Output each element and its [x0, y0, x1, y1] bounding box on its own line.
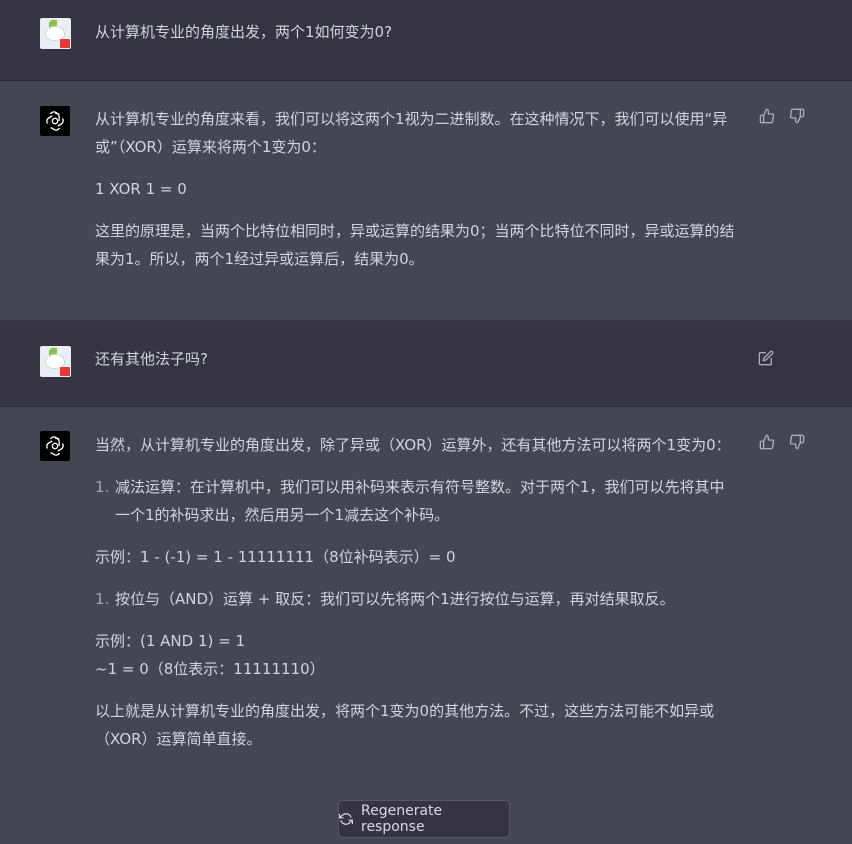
user-message-text: 从计算机专业的角度出发，两个1如何变为0?	[95, 18, 745, 46]
user-message-text: 还有其他法子吗?	[95, 345, 745, 373]
ordered-item-1: 1. 减法运算：在计算机中，我们可以用补码来表示有符号整数。对于两个1，我们可以先…	[95, 473, 735, 529]
thumbs-down-icon[interactable]	[788, 433, 806, 451]
feedback-icons	[758, 107, 806, 125]
user-avatar	[40, 18, 71, 49]
assistant-message-text: 当然，从计算机专业的角度出发，除了异或（XOR）运算外，还有其他方法可以将两个1…	[95, 431, 745, 753]
edit-icon[interactable]	[758, 350, 776, 368]
user-avatar	[40, 346, 71, 377]
user-message-2: 还有其他法子吗?	[0, 321, 852, 407]
thumbs-up-icon[interactable]	[758, 107, 776, 125]
assistant-message-2: 当然，从计算机专业的角度出发，除了异或（XOR）运算外，还有其他方法可以将两个1…	[0, 407, 852, 844]
refresh-icon	[339, 812, 353, 826]
ordered-item-2: 1. 按位与（AND）运算 + 取反：我们可以先将两个1进行按位与运算，再对结果取…	[95, 585, 745, 613]
item-2-text: 按位与（AND）运算 + 取反：我们可以先将两个1进行按位与运算，再对结果取反。	[115, 590, 675, 608]
assistant-message-text: 从计算机专业的角度来看，我们可以将这两个1视为二进制数。在这种情况下，我们可以使…	[95, 105, 745, 273]
thumbs-up-icon[interactable]	[758, 433, 776, 451]
openai-logo-icon	[40, 106, 70, 136]
answer-1-para-3: 这里的原理是，当两个比特位相同时，异或运算的结果为0；当两个比特位不同时，异或运…	[95, 222, 735, 268]
thumbs-down-icon[interactable]	[788, 107, 806, 125]
item-1-text: 减法运算：在计算机中，我们可以用补码来表示有符号整数。对于两个1，我们可以先将其…	[115, 478, 725, 524]
answer-2-intro: 当然，从计算机专业的角度出发，除了异或（XOR）运算外，还有其他方法可以将两个1…	[95, 436, 731, 454]
item-number: 1.	[95, 478, 110, 496]
example-2-line-2: ~1 = 0（8位表示：11111110）	[95, 660, 325, 678]
question-1: 从计算机专业的角度出发，两个1如何变为0?	[95, 23, 393, 41]
answer-1-para-2: 1 XOR 1 = 0	[95, 180, 187, 198]
example-1: 示例：1 - (-1) = 1 - 11111111（8位补码表示）= 0	[95, 548, 456, 566]
example-2-line-1: 示例：(1 AND 1) = 1	[95, 632, 246, 650]
openai-logo-icon	[40, 431, 70, 461]
regenerate-label: Regenerate response	[361, 803, 443, 835]
question-2: 还有其他法子吗?	[95, 350, 208, 368]
user-message-1: 从计算机专业的角度出发，两个1如何变为0?	[0, 0, 852, 81]
item-number: 1.	[95, 590, 110, 608]
assistant-message-1: 从计算机专业的角度来看，我们可以将这两个1视为二进制数。在这种情况下，我们可以使…	[0, 81, 852, 321]
feedback-icons	[758, 433, 806, 451]
answer-1-para-1: 从计算机专业的角度来看，我们可以将这两个1视为二进制数。在这种情况下，我们可以使…	[95, 110, 728, 156]
answer-2-conclusion: 以上就是从计算机专业的角度出发，将两个1变为0的其他方法。不过，这些方法可能不如…	[95, 702, 715, 748]
regenerate-response-button[interactable]: Regenerate response	[338, 800, 510, 838]
